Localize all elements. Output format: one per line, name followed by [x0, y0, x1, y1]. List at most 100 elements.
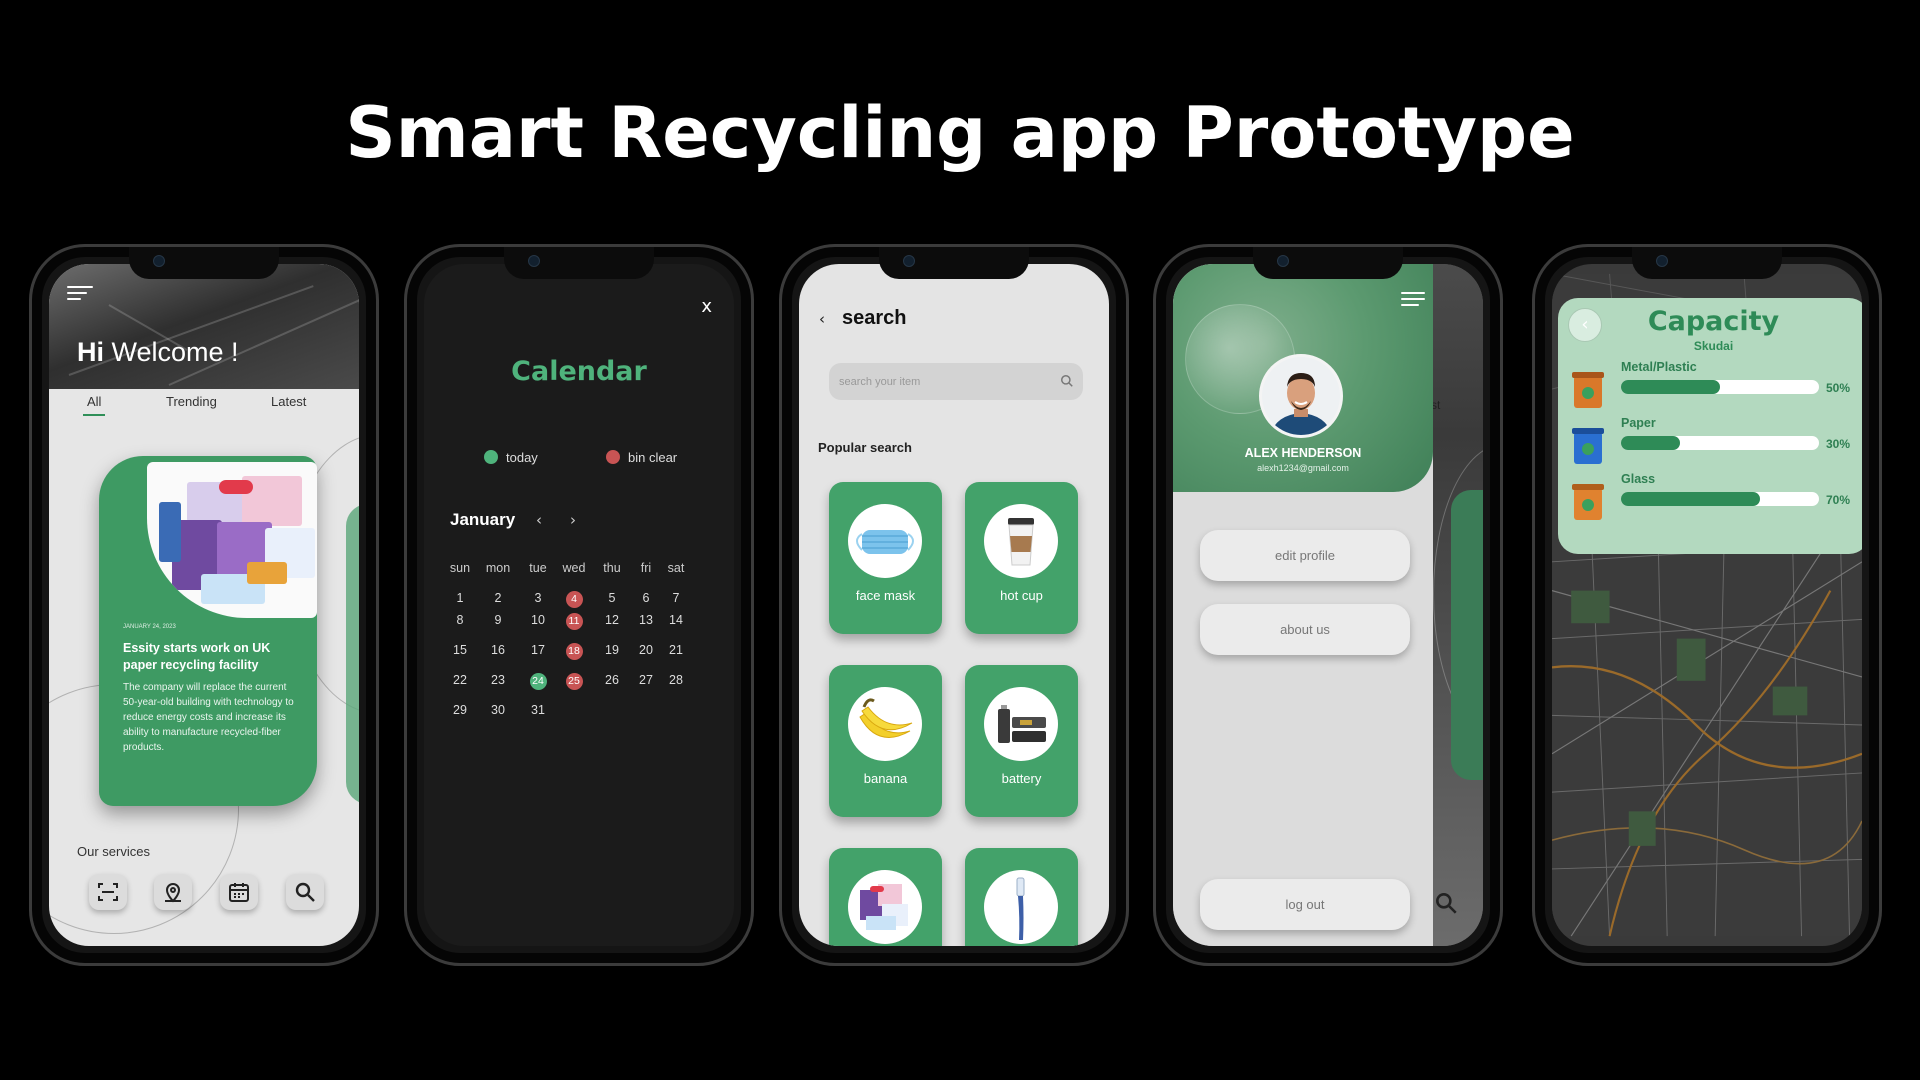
avatar[interactable] — [1259, 354, 1343, 438]
recycle-bin-icon — [1572, 372, 1604, 408]
toothbrush-image — [984, 870, 1058, 944]
legend-today: today — [484, 450, 538, 465]
tab-all[interactable]: All — [87, 394, 101, 409]
scan-icon — [98, 883, 118, 901]
back-icon[interactable]: ‹ — [819, 310, 825, 328]
welcome-heading: Hi Welcome ! — [77, 337, 239, 367]
calendar-day[interactable]: 17 — [520, 643, 556, 657]
phone-search: ‹ search Popular search face mask hot cu… — [779, 244, 1129, 966]
calendar-day[interactable]: 30 — [480, 703, 516, 717]
capacity-location: Skudai — [1693, 339, 1734, 353]
calendar-day[interactable]: 19 — [594, 643, 630, 657]
logout-button[interactable]: log out — [1200, 879, 1410, 930]
calendar-day[interactable]: 1 — [442, 591, 478, 605]
menu-icon[interactable] — [67, 286, 93, 302]
capacity-percent: 70% — [1826, 493, 1851, 507]
capacity-bar — [1621, 492, 1819, 506]
calendar-day-bin-clear[interactable]: 11 — [556, 613, 592, 630]
edit-profile-button[interactable]: edit profile — [1200, 530, 1410, 581]
location-pin-icon — [165, 883, 181, 903]
search-icon[interactable] — [1060, 374, 1074, 388]
recycle-bin-icon — [1572, 428, 1604, 464]
prev-month-button[interactable]: ‹ — [536, 511, 542, 529]
item-tile-toothbrush[interactable] — [965, 848, 1078, 946]
phone-calendar: x Calendar today bin clear January ‹ › s… — [404, 244, 754, 966]
battery-image — [984, 687, 1058, 761]
calendar-day[interactable]: 23 — [480, 673, 516, 687]
item-tile-hot-cup[interactable]: hot cup — [965, 482, 1078, 634]
news-body: The company will replace the current 50-… — [123, 682, 294, 753]
profile-email: alexh1234@gmail.com — [1257, 463, 1349, 473]
item-tile-banana[interactable]: banana — [829, 665, 942, 817]
calendar-day[interactable]: 29 — [442, 703, 478, 717]
calendar-day[interactable]: 3 — [520, 591, 556, 605]
search-input[interactable] — [839, 363, 1039, 400]
calendar-day-bin-clear[interactable]: 25 — [556, 673, 592, 690]
item-tile-face-mask[interactable]: face mask — [829, 482, 942, 634]
tab-trending[interactable]: Trending — [166, 394, 217, 409]
calendar-day-bin-clear[interactable]: 4 — [556, 591, 592, 608]
calendar-day[interactable]: 9 — [480, 613, 516, 627]
calendar-day[interactable]: 15 — [442, 643, 478, 657]
weekday-label: sun — [449, 561, 471, 575]
news-card[interactable]: JANUARY 24, 2023 Essity starts work on U… — [99, 456, 317, 806]
banana-image — [848, 687, 922, 761]
next-month-button[interactable]: › — [570, 511, 576, 529]
capacity-title: Capacity — [1647, 306, 1780, 337]
search-icon — [295, 882, 315, 902]
today-dot-icon — [484, 450, 498, 464]
profile-header: ALEX HENDERSON alexh1234@gmail.com — [1173, 264, 1433, 492]
calendar-day[interactable]: 7 — [658, 591, 694, 605]
capacity-screen: ‹ Capacity Skudai Metal/Plastic 50% Pape… — [1552, 264, 1862, 946]
calendar-day[interactable]: 2 — [480, 591, 516, 605]
phone-home: Hi Welcome ! All Trending Latest JANUARY — [29, 244, 379, 966]
phone-profile: st ALEX HENDERSON alexh1234@gmail.com ed… — [1153, 244, 1503, 966]
about-us-button[interactable]: about us — [1200, 604, 1410, 655]
calendar-day[interactable]: 22 — [442, 673, 478, 687]
recycle-bin-icon — [1572, 484, 1604, 520]
calendar-day[interactable]: 12 — [594, 613, 630, 627]
menu-icon[interactable] — [1401, 292, 1427, 308]
calendar-day[interactable]: 5 — [594, 591, 630, 605]
news-title: Essity starts work on UK paper recycling… — [123, 641, 271, 672]
search-screen: ‹ search Popular search face mask hot cu… — [799, 264, 1109, 946]
tile-label: hot cup — [1000, 588, 1043, 603]
next-news-card-peek[interactable] — [346, 504, 359, 804]
calendar-day-today[interactable]: 24 — [520, 673, 556, 690]
calendar-button[interactable] — [220, 874, 258, 910]
news-date: JANUARY 24, 2023 — [123, 624, 176, 630]
tile-label: battery — [1001, 771, 1042, 786]
phone-notch — [1253, 247, 1403, 279]
search-icon — [1436, 893, 1457, 914]
calendar-day[interactable]: 28 — [658, 673, 694, 687]
calendar-day[interactable]: 14 — [658, 613, 694, 627]
item-tile-paper-products[interactable] — [829, 848, 942, 946]
calendar-day[interactable]: 21 — [658, 643, 694, 657]
capacity-bar-fill — [1621, 492, 1760, 506]
capacity-row-glass: Glass 70% — [1558, 472, 1862, 528]
calendar-day[interactable]: 16 — [480, 643, 516, 657]
item-tile-battery[interactable]: battery — [965, 665, 1078, 817]
capacity-bar-fill — [1621, 380, 1720, 394]
search-title: search — [842, 307, 907, 329]
profile-name: ALEX HENDERSON — [1244, 446, 1362, 460]
weekday-label: thu — [603, 561, 621, 575]
home-header — [49, 264, 359, 389]
tab-latest[interactable]: Latest — [271, 394, 306, 409]
calendar-day[interactable]: 10 — [520, 613, 556, 627]
scan-button[interactable] — [89, 874, 127, 910]
face-mask-image — [848, 504, 922, 578]
weekday-label: wed — [562, 561, 586, 575]
phone-notch — [879, 247, 1029, 279]
calendar-day[interactable]: 8 — [442, 613, 478, 627]
search-button[interactable] — [286, 874, 324, 910]
month-label: January — [450, 510, 516, 529]
calendar-day[interactable]: 31 — [520, 703, 556, 717]
capacity-percent: 30% — [1826, 437, 1851, 451]
close-icon[interactable]: x — [701, 296, 712, 317]
search-bar — [829, 363, 1083, 400]
home-screen: Hi Welcome ! All Trending Latest JANUARY — [49, 264, 359, 946]
location-button[interactable] — [154, 874, 192, 910]
calendar-day[interactable]: 26 — [594, 673, 630, 687]
calendar-day-bin-clear[interactable]: 18 — [556, 643, 592, 660]
